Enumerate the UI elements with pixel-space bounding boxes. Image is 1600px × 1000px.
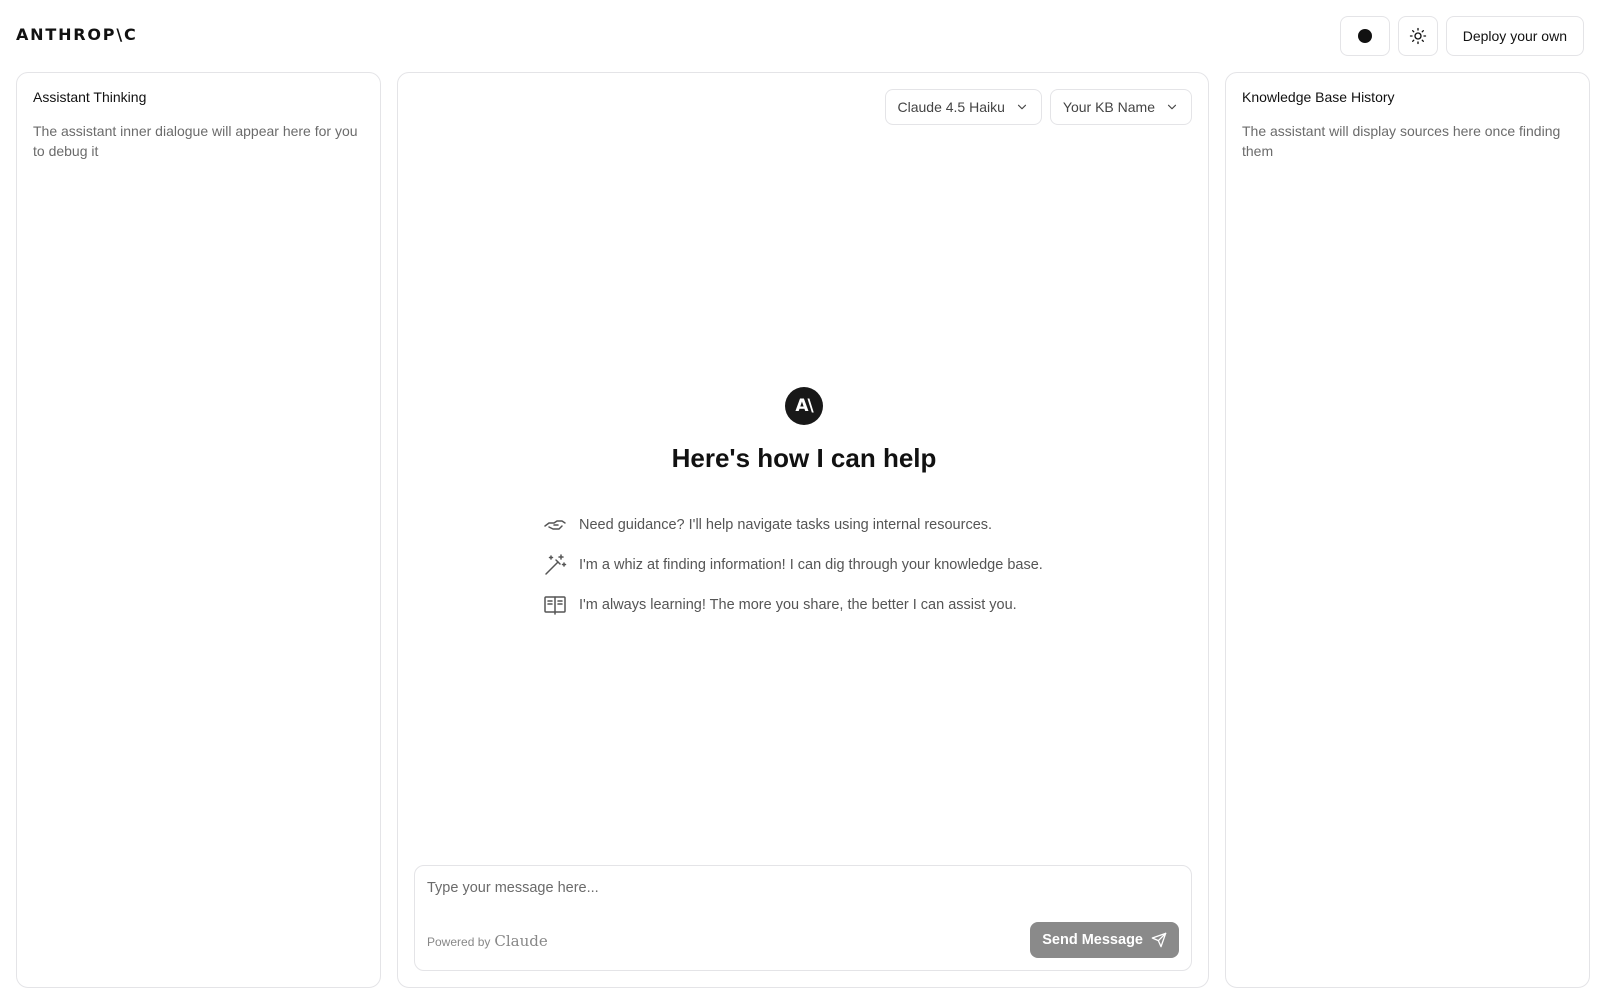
send-message-label: Send Message xyxy=(1042,932,1143,948)
send-message-button[interactable]: Send Message xyxy=(1030,922,1179,958)
model-select[interactable]: Claude 4.5 Haiku xyxy=(884,89,1042,125)
claude-brand: Claude xyxy=(494,932,548,950)
chevron-down-icon xyxy=(1017,104,1026,110)
feature-text: Need guidance? I'll help navigate tasks … xyxy=(579,517,993,533)
message-input[interactable] xyxy=(427,876,1167,900)
send-icon xyxy=(1151,932,1167,948)
handshake-icon xyxy=(543,513,567,537)
assistant-thinking-title: Assistant Thinking xyxy=(33,89,147,105)
welcome-headline: Here's how I can help xyxy=(671,443,937,473)
deploy-your-own-button[interactable]: Deploy your own xyxy=(1445,16,1584,56)
record-dot-icon xyxy=(1357,29,1372,43)
selectors: Claude 4.5 Haiku Your KB Name xyxy=(884,89,1192,125)
feature-item: I'm always learning! The more you share,… xyxy=(543,585,1043,625)
open-book-icon xyxy=(543,593,567,617)
record-button[interactable] xyxy=(1339,16,1390,56)
knowledge-base-history-description: The assistant will display sources here … xyxy=(1242,123,1561,159)
feature-text: I'm always learning! The more you share,… xyxy=(579,597,1017,613)
powered-by-claude: Powered by Claude xyxy=(427,932,548,950)
feature-list: Need guidance? I'll help navigate tasks … xyxy=(543,505,1043,625)
feature-item: Need guidance? I'll help navigate tasks … xyxy=(543,505,1043,545)
anthropic-logo[interactable]: ANTHROP\C xyxy=(16,25,138,44)
welcome-section: A\ Here's how I can help xyxy=(398,387,1210,474)
sun-icon xyxy=(1409,27,1426,45)
top-bar: ANTHROP\C Deploy your own xyxy=(0,0,1600,72)
theme-toggle-button[interactable] xyxy=(1397,16,1438,56)
kb-select[interactable]: Your KB Name xyxy=(1049,89,1192,125)
assistant-thinking-panel: Assistant Thinking The assistant inner d… xyxy=(16,72,381,988)
knowledge-base-history-title: Knowledge Base History xyxy=(1242,89,1395,105)
model-select-label: Claude 4.5 Haiku xyxy=(897,99,1005,115)
top-actions: Deploy your own xyxy=(1339,16,1584,56)
chevron-down-icon xyxy=(1167,104,1177,110)
chat-panel: Claude 4.5 Haiku Your KB Name A\ Here's … xyxy=(397,72,1209,988)
magic-wand-icon xyxy=(543,553,567,577)
anthropic-avatar: A\ xyxy=(785,387,823,425)
feature-text: I'm a whiz at finding information! I can… xyxy=(579,557,1043,573)
powered-by-label: Powered by xyxy=(427,935,491,949)
kb-select-label: Your KB Name xyxy=(1062,99,1155,115)
message-composer: Powered by Claude Send Message xyxy=(414,865,1192,971)
knowledge-base-history-panel: Knowledge Base History The assistant wil… xyxy=(1225,72,1590,988)
assistant-thinking-description: The assistant inner dialogue will appear… xyxy=(33,123,358,159)
feature-item: I'm a whiz at finding information! I can… xyxy=(543,545,1043,585)
